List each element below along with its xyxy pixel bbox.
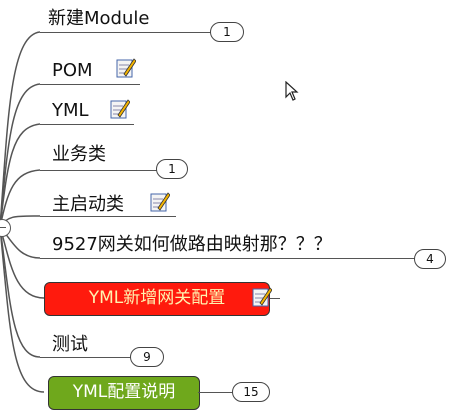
underline [198, 392, 234, 393]
node-yml-config-description[interactable]: YML配置说明 [48, 376, 200, 410]
node-label: 新建Module [48, 8, 150, 29]
underline [40, 170, 158, 171]
underline [270, 298, 280, 299]
node-label: POM [52, 60, 93, 81]
underline [40, 84, 140, 85]
node-label: 业务类 [52, 144, 106, 165]
node-new-module[interactable]: 新建Module [48, 8, 149, 30]
node-label: 测试 [52, 334, 88, 355]
child-count-badge[interactable]: 1 [210, 22, 244, 42]
underline [40, 258, 416, 259]
mouse-cursor-icon [285, 80, 299, 101]
child-count-badge[interactable]: 15 [232, 382, 270, 402]
node-yml[interactable]: YML [52, 100, 89, 122]
node-yml-add-gateway-config[interactable]: YML新增网关配置 [44, 282, 270, 316]
underline [40, 357, 132, 358]
note-pencil-icon[interactable] [116, 57, 137, 79]
node-test[interactable]: 测试 [52, 334, 88, 356]
child-count-badge[interactable]: 4 [414, 249, 446, 269]
node-label: 9527网关如何做路由映射那？？？ [52, 234, 332, 255]
note-pencil-icon[interactable] [150, 191, 171, 213]
child-count-badge[interactable]: 1 [156, 159, 188, 179]
node-label: 主启动类 [52, 194, 124, 215]
underline [40, 216, 176, 217]
underline [40, 32, 212, 33]
note-pencil-icon[interactable] [110, 98, 131, 120]
child-count-badge[interactable]: 9 [130, 347, 164, 367]
note-pencil-icon[interactable] [252, 286, 273, 308]
node-business-class[interactable]: 业务类 [52, 144, 106, 166]
connector-1 [0, 31, 41, 228]
mind-map: 新建Module 1 POM YML 业务类 1 主启动类 9527网关如何做路… [0, 0, 461, 420]
node-main-class[interactable]: 主启动类 [52, 194, 124, 216]
node-pom[interactable]: POM [52, 60, 93, 82]
node-gateway-routing-question[interactable]: 9527网关如何做路由映射那？？？ [52, 234, 332, 256]
node-label: YML配置说明 [72, 382, 176, 402]
underline [40, 124, 134, 125]
connector-7 [0, 226, 45, 299]
node-label: YML新增网关配置 [88, 288, 226, 308]
node-label: YML [52, 100, 89, 121]
